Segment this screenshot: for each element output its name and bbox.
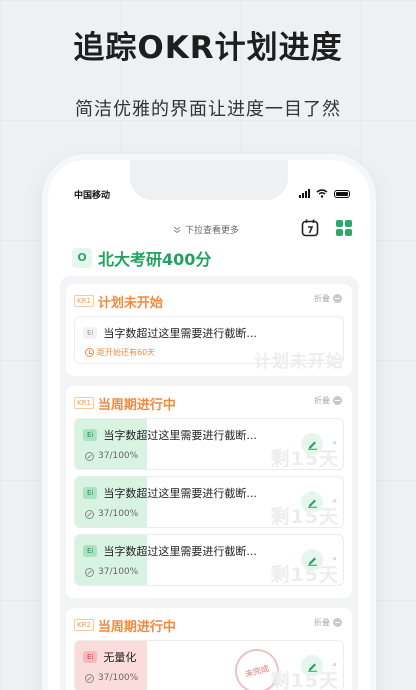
status-icons [299,189,350,198]
fold-label: 折叠 [314,396,330,405]
kr-header[interactable]: KR1 计划未开始 [74,292,344,311]
ei-item[interactable]: Ei 当字数超过这里需要进行截断... 37/100% 剩15天 « [74,476,344,528]
kr-title: 计划未开始 [97,295,163,311]
clock-icon [85,348,94,357]
kr-card: KR1 当周期进行中 折叠 Ei 当字数超过这里需要进行截断... 37/100… [66,386,352,598]
double-chevron-left-icon[interactable]: « [332,660,337,669]
hero-subtitle: 简洁优雅的界面让进度一目了然 [75,99,341,120]
pencil-icon [307,499,317,508]
objective-badge: O [72,248,92,268]
ei-progress-label: 37/100% [98,451,139,461]
ei-text: 无量化 [103,651,137,664]
double-chevron-left-icon[interactable]: « [332,438,337,447]
ei-progress: 37/100% [85,567,138,577]
objective-title: 北大考研400分 [98,250,212,269]
kr-card: KR1 计划未开始 折叠 Ei 当字数超过这里需要进行截断... 距开始还有60… [66,284,352,376]
ei-text: 当字数超过这里需要进行截断... [103,327,257,340]
ei-countdown-label: 距开始还有60天 [97,348,156,357]
progress-icon [85,567,94,577]
collapse-icon [333,618,342,627]
ei-row: Ei 当字数超过这里需要进行截断... [83,427,257,443]
ei-text: 当字数超过这里需要进行截断... [103,429,257,442]
edit-button[interactable] [301,549,323,571]
ei-tag: Ei [83,545,98,557]
double-chevron-left-icon[interactable]: « [332,496,337,505]
hero-title: 追踪OKR计划进度 [73,30,343,66]
pencil-icon [307,663,317,672]
signal-icon [299,189,310,198]
pencil-icon [307,441,317,450]
ei-row: Ei 当字数超过这里需要进行截断... [83,485,257,501]
ei-tag: Ei [83,429,98,441]
carrier-label: 中国移动 [74,191,111,201]
stamp-label: 未完成 [244,663,270,679]
double-chevron-down-icon [173,226,181,233]
ei-text: 当字数超过这里需要进行截断... [103,487,257,500]
fold-label: 折叠 [314,618,330,627]
kr-header[interactable]: KR1 当周期进行中 [74,394,344,413]
ei-tag: Ei [83,487,98,499]
progress-icon [85,673,94,683]
ei-text: 当字数超过这里需要进行截断... [103,545,257,558]
double-chevron-left-icon[interactable]: « [332,554,337,563]
ei-tag: Ei [83,327,98,339]
ei-item[interactable]: Ei 无量化 37/100% 未完成 剩15天 « [74,640,344,690]
objective-header[interactable]: O 北大考研400分 [72,246,211,270]
fold-button[interactable]: 折叠 [314,293,342,304]
kr-list: KR1 计划未开始 折叠 Ei 当字数超过这里需要进行截断... 距开始还有60… [60,276,358,690]
ei-progress-label: 37/100% [98,509,139,519]
ei-progress-label: 37/100% [98,673,139,683]
ei-item[interactable]: Ei 当字数超过这里需要进行截断... 37/100% 剩15天 « [74,534,344,586]
ei-row: Ei 当字数超过这里需要进行截断... [83,543,257,559]
kr-tag: KR2 [74,619,94,631]
pull-hint-label: 下拉查看更多 [185,226,240,236]
status-bar: 中国移动 [74,188,350,202]
ei-progress: 37/100% [85,509,138,519]
fold-button[interactable]: 折叠 [314,395,342,406]
progress-icon [85,509,94,519]
ei-row: Ei 当字数超过这里需要进行截断... [83,325,257,341]
kr-card: KR2 当周期进行中 折叠 Ei 无量化 37/100% 未完成 剩15天 « [66,608,352,690]
ei-tag: Ei [83,651,98,663]
calendar-icon[interactable] [300,218,320,238]
kr-header[interactable]: KR2 当周期进行中 [74,616,344,635]
battery-icon [334,189,350,198]
fold-label: 折叠 [314,294,330,303]
pencil-icon [307,557,317,566]
collapse-icon [333,294,342,303]
kr-title: 当周期进行中 [97,619,176,635]
fold-button[interactable]: 折叠 [314,617,342,628]
kr-tag: KR1 [74,397,94,409]
phone-mockup: 中国移动 下拉查看更多 O 北大考研400分 KR1 计划未开始 折叠 Ei 当… [48,160,370,690]
status-watermark: 计划未开始 [254,352,344,372]
collapse-icon [333,396,342,405]
header-icons [300,218,354,238]
ei-progress-label: 37/100% [98,567,139,577]
ei-countdown: 距开始还有60天 [85,347,155,358]
kr-tag: KR1 [74,295,94,307]
ei-progress: 37/100% [85,673,138,683]
edit-button[interactable] [301,655,323,677]
grid-icon[interactable] [334,218,354,238]
progress-icon [85,451,94,461]
ei-row: Ei 无量化 [83,649,136,665]
edit-button[interactable] [301,491,323,513]
kr-title: 当周期进行中 [97,397,176,413]
ei-item[interactable]: Ei 当字数超过这里需要进行截断... 37/100% 剩15天 « [74,418,344,470]
edit-button[interactable] [301,433,323,455]
ei-progress: 37/100% [85,451,138,461]
wifi-icon [316,189,328,198]
pull-hint[interactable]: 下拉查看更多 [173,223,239,236]
